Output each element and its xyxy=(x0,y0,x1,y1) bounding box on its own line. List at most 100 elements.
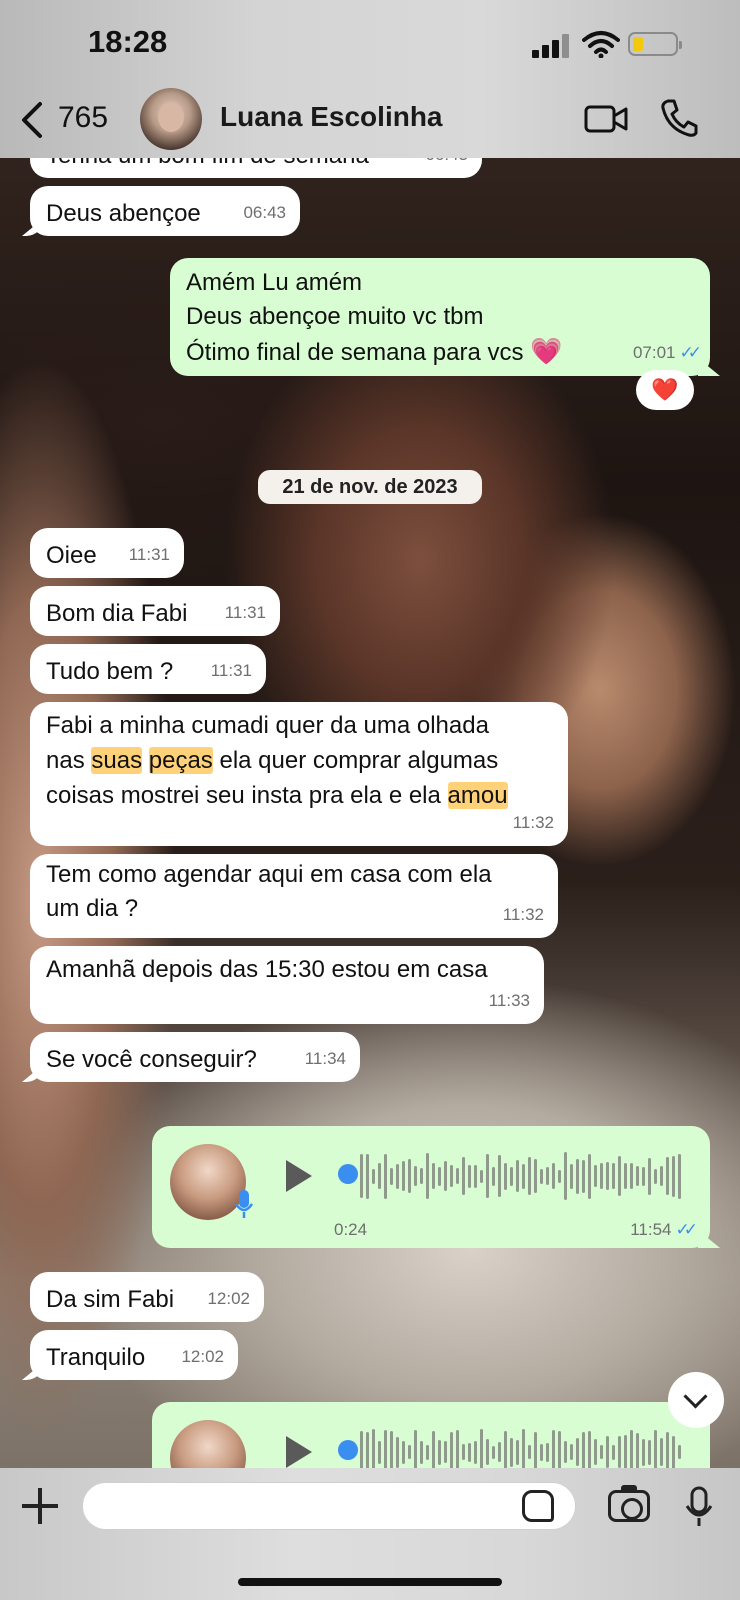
outgoing-voice-message[interactable] xyxy=(152,1402,710,1468)
incoming-message[interactable]: Da sim Fabi 12:02 xyxy=(30,1272,264,1322)
message-time: 11:34 xyxy=(304,1049,346,1068)
video-camera-icon[interactable] xyxy=(584,104,628,134)
waveform-bar xyxy=(372,1429,375,1468)
waveform-bar xyxy=(546,1167,549,1185)
waveform-bar xyxy=(546,1442,549,1462)
phone-icon[interactable] xyxy=(660,98,698,138)
waveform-bar xyxy=(396,1436,399,1468)
waveform-bar xyxy=(576,1438,579,1466)
message-text: Amanhã depois das 15:30 estou em casa xyxy=(46,956,488,983)
message-text: Bom dia Fabi xyxy=(46,600,188,627)
incoming-message[interactable]: Bom dia Fabi 11:31 xyxy=(30,586,280,636)
outgoing-message[interactable]: Amém Lu amém Deus abençoe muito vc tbm Ó… xyxy=(170,258,710,376)
cellular-signal-icon xyxy=(532,34,572,58)
waveform-bar xyxy=(540,1443,543,1461)
message-time: 11:31 xyxy=(210,661,252,680)
waveform-bar xyxy=(414,1430,417,1468)
waveform-bar xyxy=(378,1440,381,1464)
incoming-message[interactable]: Deus abençoe 06:43 xyxy=(30,186,300,236)
waveform-bar xyxy=(426,1153,429,1199)
waveform-bar xyxy=(570,1444,573,1460)
waveform-bar xyxy=(630,1163,633,1189)
battery-icon xyxy=(628,32,682,56)
waveform-bar xyxy=(384,1429,387,1468)
incoming-message[interactable]: Amanhã depois das 15:30 estou em casa 11… xyxy=(30,946,544,1024)
message-text: Deus abençoe xyxy=(46,200,201,227)
sticker-icon[interactable] xyxy=(522,1490,554,1522)
waveform-bar xyxy=(618,1156,621,1196)
waveform-bar xyxy=(474,1440,477,1464)
wifi-icon xyxy=(582,31,620,58)
waveform-bar xyxy=(456,1430,459,1468)
message-text: Tenha um bom fim de semana xyxy=(46,158,369,169)
waveform-bar xyxy=(636,1166,639,1186)
waveform-bar xyxy=(672,1155,675,1197)
read-ticks-icon: ✓✓ xyxy=(675,1220,698,1239)
message-time: 11:31 xyxy=(128,545,170,564)
incoming-message[interactable]: Fabi a minha cumadi quer da uma olhada n… xyxy=(30,702,568,846)
waveform-bar xyxy=(660,1166,663,1186)
waveform-bar xyxy=(540,1168,543,1184)
incoming-message[interactable]: Tranquilo 12:02 xyxy=(30,1330,238,1380)
message-time: 11:32 xyxy=(512,813,554,832)
audio-waveform[interactable] xyxy=(360,1148,681,1200)
play-icon[interactable] xyxy=(286,1436,312,1468)
waveform-bar xyxy=(528,1157,531,1195)
waveform-bar xyxy=(456,1168,459,1184)
date-separator: 21 de nov. de 2023 xyxy=(258,470,482,504)
waveform-bar xyxy=(372,1168,375,1184)
message-time: 11:31 xyxy=(224,603,266,622)
message-time: 12:02 xyxy=(207,1289,250,1308)
waveform-bar xyxy=(492,1166,495,1186)
waveform-bar xyxy=(510,1166,513,1186)
back-chevron-icon[interactable] xyxy=(18,100,48,140)
waveform-bar xyxy=(450,1431,453,1468)
waveform-bar xyxy=(600,1445,603,1459)
camera-icon[interactable] xyxy=(608,1485,650,1522)
waveform-bar xyxy=(558,1169,561,1183)
message-line: Tem como agendar aqui em casa com ela xyxy=(46,861,492,888)
waveform-bar xyxy=(462,1444,465,1460)
incoming-message[interactable]: Tudo bem ? 11:31 xyxy=(30,644,266,694)
audio-waveform[interactable] xyxy=(360,1424,681,1468)
contact-avatar[interactable] xyxy=(140,88,202,150)
waveform-bar xyxy=(450,1165,453,1187)
waveform-bar xyxy=(534,1432,537,1468)
waveform-bar xyxy=(420,1440,423,1464)
unread-count[interactable]: 765 xyxy=(58,101,108,135)
plus-icon[interactable] xyxy=(22,1488,58,1524)
read-ticks-icon: ✓✓ xyxy=(679,343,702,362)
message-list[interactable]: Tenha um bom fim de semana 06:43 Deus ab… xyxy=(0,158,740,1468)
scroll-to-bottom-button[interactable] xyxy=(668,1372,724,1428)
incoming-message[interactable]: Tem como agendar aqui em casa com ela um… xyxy=(30,854,558,938)
search-highlight: peças xyxy=(148,747,213,774)
home-indicator xyxy=(238,1578,502,1586)
incoming-message[interactable]: Se você conseguir? 11:34 xyxy=(30,1032,360,1082)
waveform-bar xyxy=(666,1157,669,1195)
playback-scrubber[interactable] xyxy=(338,1164,358,1184)
message-composer xyxy=(0,1468,740,1600)
waveform-bar xyxy=(672,1435,675,1468)
play-icon[interactable] xyxy=(286,1160,312,1192)
heart-reaction[interactable]: ❤️ xyxy=(636,370,694,410)
waveform-bar xyxy=(606,1436,609,1468)
microphone-icon[interactable] xyxy=(684,1486,714,1528)
incoming-message[interactable]: Oiee 11:31 xyxy=(30,528,184,578)
waveform-bar xyxy=(390,1431,393,1468)
waveform-bar xyxy=(480,1429,483,1468)
outgoing-voice-message[interactable]: 0:24 11:54 ✓✓ xyxy=(152,1126,710,1248)
sender-avatar xyxy=(170,1420,246,1468)
waveform-bar xyxy=(594,1439,597,1465)
contact-name[interactable]: Luana Escolinha xyxy=(220,101,443,133)
waveform-bar xyxy=(396,1163,399,1189)
incoming-message[interactable]: Tenha um bom fim de semana 06:43 xyxy=(30,158,482,178)
message-time: 06:43 xyxy=(425,158,468,172)
message-text: Tudo bem ? xyxy=(46,658,174,685)
microphone-icon xyxy=(234,1190,254,1218)
waveform-bar xyxy=(480,1169,483,1183)
playback-scrubber[interactable] xyxy=(338,1440,358,1460)
waveform-bar xyxy=(468,1442,471,1462)
whatsapp-chat-screen: 18:28 765 Luana Escolinha Tenha um bom f… xyxy=(0,0,740,1600)
search-highlight: suas xyxy=(91,747,143,774)
message-input[interactable] xyxy=(82,1482,576,1530)
